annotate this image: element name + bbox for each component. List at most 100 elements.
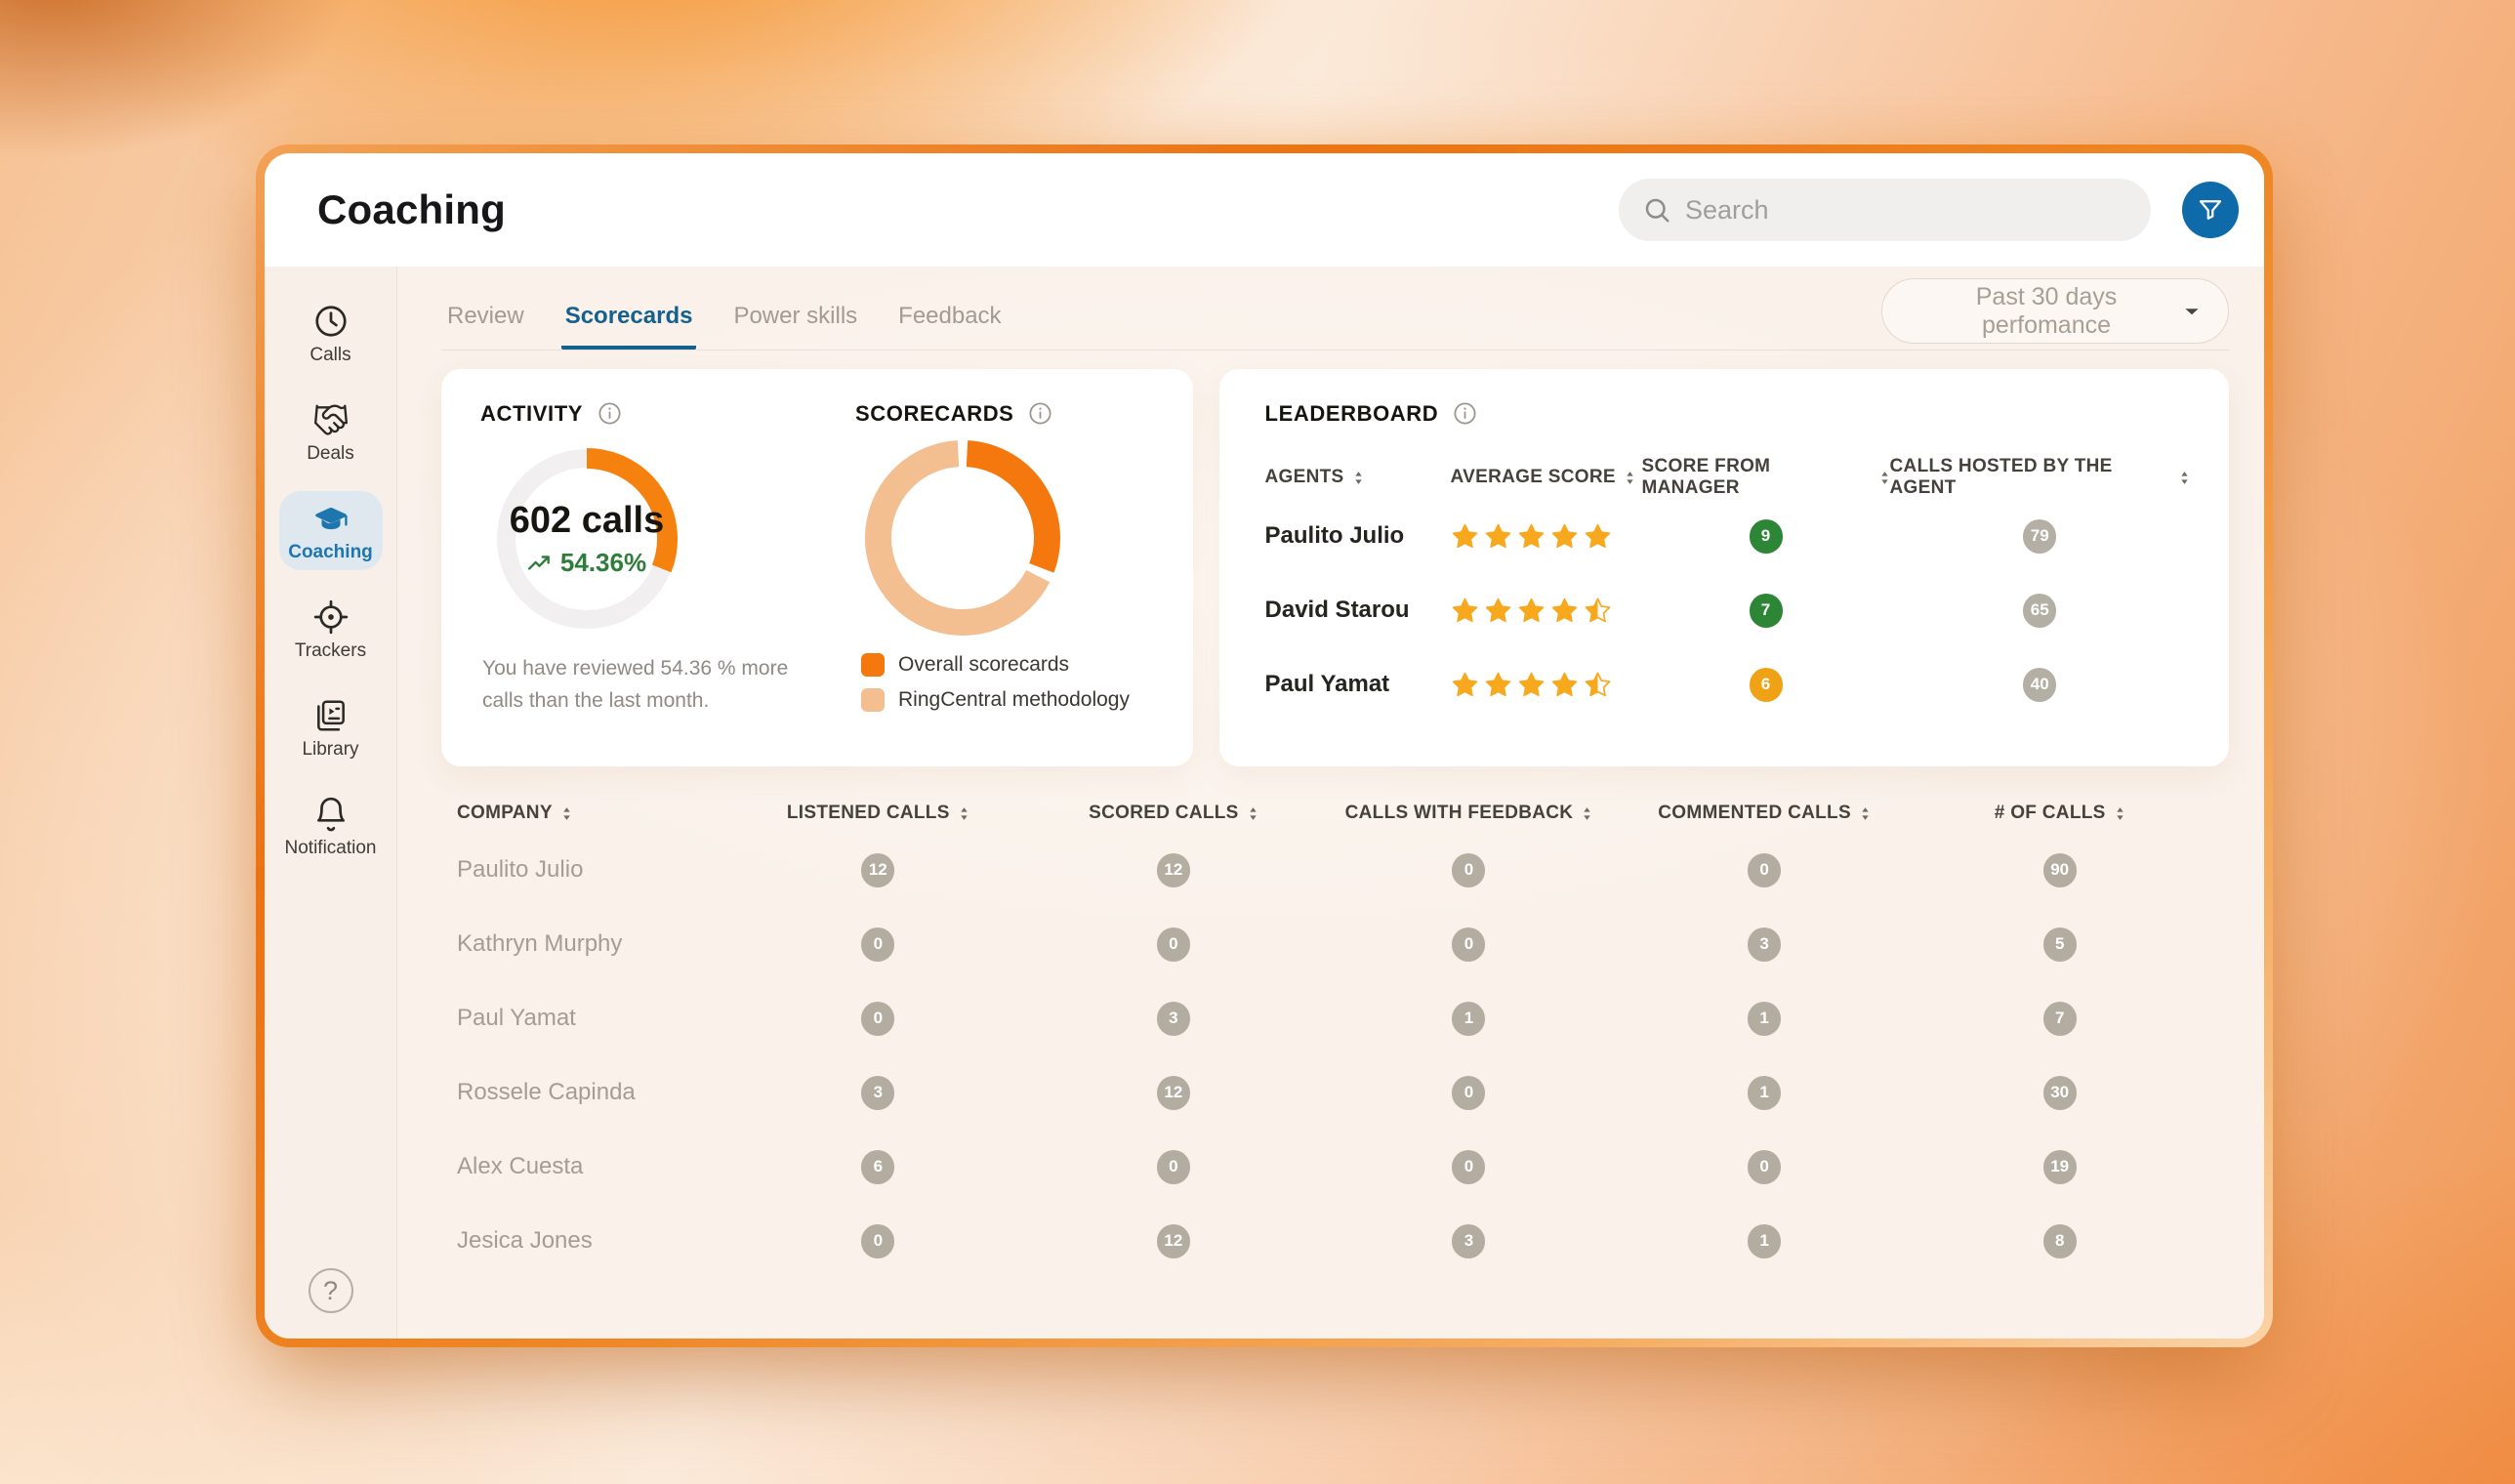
sort-icon xyxy=(1860,805,1871,822)
sidebar-item-notification[interactable]: Notification xyxy=(279,787,383,866)
table-sort-of-calls[interactable]: # OF CALLS xyxy=(1912,803,2207,824)
listened-calls-badge: 0 xyxy=(861,1224,894,1258)
activity-delta: 54.36% xyxy=(560,548,646,578)
info-icon[interactable] xyxy=(597,400,623,427)
scorecards-legend: Overall scorecards RingCentral methodolo… xyxy=(861,653,1154,712)
commented-calls-badge: 1 xyxy=(1748,1076,1781,1110)
sidebar-item-label: Notification xyxy=(285,838,377,859)
legend-item: RingCentral methodology xyxy=(861,688,1154,712)
manager-score-badge: 6 xyxy=(1750,668,1783,702)
table-sort-listened-calls[interactable]: LISTENED CALLS xyxy=(730,803,1026,824)
table-sort-scored-calls-label: SCORED CALLS xyxy=(1089,803,1239,824)
sidebar-item-label: Library xyxy=(302,739,358,761)
leaderboard-sort-agents[interactable]: AGENTS xyxy=(1265,467,1451,488)
legend-label: Overall scorecards xyxy=(898,653,1069,677)
calls-with-feedback-badge: 3 xyxy=(1452,1224,1485,1258)
legend-label: RingCentral methodology xyxy=(898,688,1130,712)
search-input[interactable] xyxy=(1619,179,2151,241)
info-icon[interactable] xyxy=(1452,400,1478,427)
manager-score-badge: 9 xyxy=(1750,519,1783,554)
sidebar-item-label: Deals xyxy=(307,443,354,465)
leaderboard-body: Paulito Julio 9 79 David Starou 7 65 Pau… xyxy=(1265,499,2190,721)
funnel-icon xyxy=(2196,195,2225,225)
table-sort-scored-calls[interactable]: SCORED CALLS xyxy=(1026,803,1322,824)
table-row[interactable]: Kathryn Murphy 0 0 0 3 5 xyxy=(457,907,2207,981)
leaderboard-sort-agents-label: AGENTS xyxy=(1265,467,1344,488)
scored-calls-badge: 3 xyxy=(1157,1002,1190,1036)
company-name: Jesica Jones xyxy=(457,1227,730,1255)
search-field[interactable] xyxy=(1685,195,2127,226)
table-header: COMPANY LISTENED CALLS SCORED CALLS CALLS W… xyxy=(457,794,2207,833)
leaderboard-sort-score-from-manager[interactable]: SCORE FROM MANAGER xyxy=(1642,456,1890,499)
sidebar-item-deals[interactable]: Deals xyxy=(279,392,383,472)
listened-calls-badge: 6 xyxy=(861,1150,894,1184)
table-sort-company[interactable]: COMPANY xyxy=(457,803,730,824)
clock-icon xyxy=(312,303,350,340)
content-area: Review Scorecards Power skills Feedback Pas… xyxy=(397,267,2264,1339)
sidebar-item-trackers[interactable]: Trackers xyxy=(279,590,383,669)
sort-icon xyxy=(1582,805,1592,822)
filter-button[interactable] xyxy=(2182,182,2239,238)
activity-section: ACTIVITY 602 calls xyxy=(480,400,816,735)
scored-calls-badge: 12 xyxy=(1157,853,1190,887)
tab-scorecards[interactable]: Scorecards xyxy=(561,303,697,350)
tab-review[interactable]: Review xyxy=(443,303,528,350)
sidebar-item-library[interactable]: Library xyxy=(279,688,383,767)
sort-icon xyxy=(1248,805,1258,822)
table-row[interactable]: Alex Cuesta 6 0 0 0 19 xyxy=(457,1130,2207,1204)
star-rating xyxy=(1451,597,1642,625)
sort-icon xyxy=(2179,470,2190,486)
num-calls-badge: 5 xyxy=(2043,928,2077,962)
legend-item: Overall scorecards xyxy=(861,653,1154,677)
listened-calls-badge: 12 xyxy=(861,853,894,887)
company-name: Paulito Julio xyxy=(457,856,730,884)
table-sort-commented-calls-label: COMMENTED CALLS xyxy=(1658,803,1851,824)
table-sort-commented-calls[interactable]: COMMENTED CALLS xyxy=(1617,803,1913,824)
tab-power-skills[interactable]: Power skills xyxy=(729,303,861,350)
activity-donut-chart: 602 calls 54.36% xyxy=(494,446,680,632)
page-title: Coaching xyxy=(317,186,506,233)
table-sort-company-label: COMPANY xyxy=(457,803,553,824)
leaderboard-sort-average-score-label: AVERAGE SCORE xyxy=(1451,467,1616,488)
app-header: Coaching xyxy=(265,153,2264,267)
table-sort-of-calls-label: # OF CALLS xyxy=(1995,803,2106,824)
commented-calls-badge: 0 xyxy=(1748,853,1781,887)
company-name: Kathryn Murphy xyxy=(457,930,730,958)
leaderboard-sort-average-score[interactable]: AVERAGE SCORE xyxy=(1451,467,1642,488)
table-row[interactable]: Paulito Julio 12 12 0 0 90 xyxy=(457,833,2207,907)
sidebar-item-coaching[interactable]: Coaching xyxy=(279,491,383,570)
sidebar-item-label: Coaching xyxy=(288,542,373,563)
leaderboard-row[interactable]: David Starou 7 65 xyxy=(1265,573,2190,647)
info-icon[interactable] xyxy=(1027,400,1053,427)
scored-calls-badge: 0 xyxy=(1157,1150,1190,1184)
period-dropdown[interactable]: Past 30 days perfomance xyxy=(1881,278,2229,344)
table-row[interactable]: Paul Yamat 0 3 1 1 7 xyxy=(457,981,2207,1055)
agent-name: Paul Yamat xyxy=(1265,671,1451,698)
agent-name: Paulito Julio xyxy=(1265,522,1451,550)
legend-swatch xyxy=(861,688,885,712)
sort-icon xyxy=(2115,805,2125,822)
calls-with-feedback-badge: 1 xyxy=(1452,1002,1485,1036)
table-sort-calls-with-feedback[interactable]: CALLS WITH FEEDBACK xyxy=(1321,803,1617,824)
commented-calls-badge: 1 xyxy=(1748,1224,1781,1258)
table-row[interactable]: Rossele Capinda 3 12 0 1 30 xyxy=(457,1055,2207,1130)
table-row[interactable]: Jesica Jones 0 12 3 1 8 xyxy=(457,1204,2207,1278)
leaderboard-title: LEADERBOARD xyxy=(1265,401,1439,427)
commented-calls-badge: 1 xyxy=(1748,1002,1781,1036)
commented-calls-badge: 0 xyxy=(1748,1150,1781,1184)
leaderboard-row[interactable]: Paulito Julio 9 79 xyxy=(1265,499,2190,573)
calls-with-feedback-badge: 0 xyxy=(1452,1076,1485,1110)
tab-feedback[interactable]: Feedback xyxy=(894,303,1005,350)
app-window: Coaching xyxy=(256,144,2273,1347)
help-button[interactable]: ? xyxy=(309,1268,353,1313)
leaderboard-row[interactable]: Paul Yamat 6 40 xyxy=(1265,647,2190,721)
trend-up-icon xyxy=(527,554,553,573)
activity-title: ACTIVITY xyxy=(480,401,583,427)
num-calls-badge: 90 xyxy=(2043,853,2077,887)
sort-icon xyxy=(959,805,969,822)
leaderboard-sort-calls-hosted-by-the-agent[interactable]: CALLS HOSTED BY THE AGENT xyxy=(1890,456,2190,499)
num-calls-badge: 8 xyxy=(2043,1224,2077,1258)
sort-icon xyxy=(561,805,572,822)
bell-icon xyxy=(312,796,350,833)
sidebar-item-calls[interactable]: Calls xyxy=(279,294,383,373)
